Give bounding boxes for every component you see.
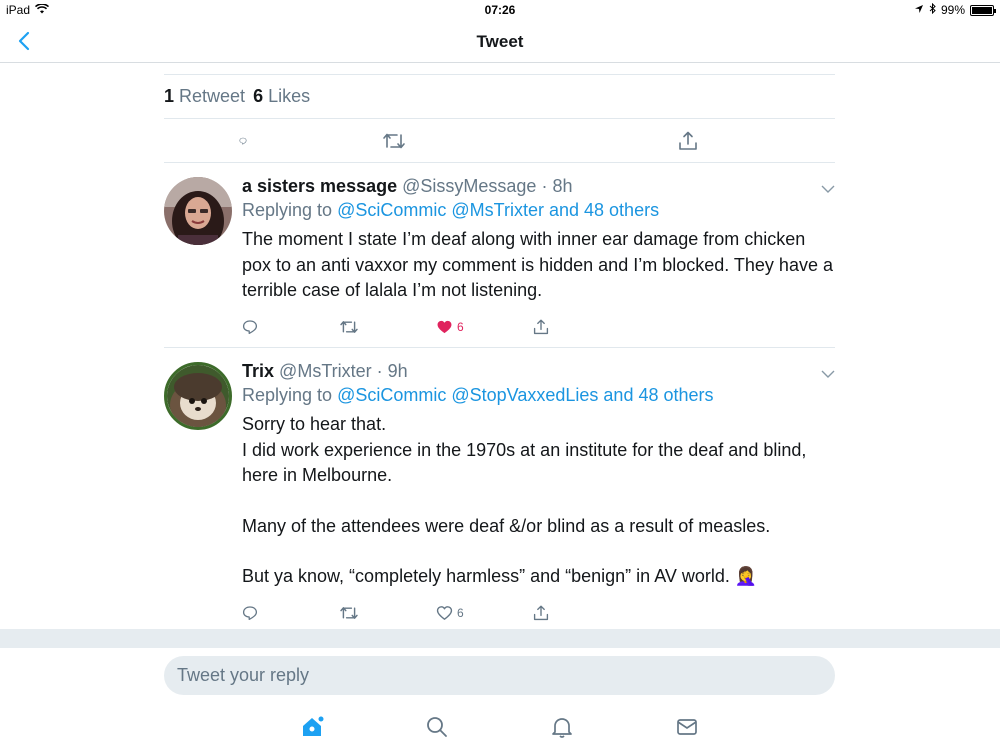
battery-fill — [972, 6, 992, 14]
avatar[interactable] — [164, 362, 232, 430]
like-count-value: 6 — [253, 86, 264, 106]
author-handle[interactable]: @MsTrixter — [279, 361, 372, 381]
reply-button[interactable] — [242, 319, 339, 335]
tweet-paragraph: Sorry to hear that. — [242, 414, 387, 434]
status-bar: iPad 07:26 99% — [0, 0, 1000, 20]
page-title: Tweet — [476, 32, 524, 51]
tab-notifications[interactable] — [547, 712, 577, 742]
nav-bar: Tweet — [0, 20, 1000, 63]
reply-action-bar: 6 — [242, 307, 835, 347]
bluetooth-icon — [929, 2, 936, 17]
others-link[interactable]: and 48 others — [603, 385, 713, 405]
like-icon — [436, 605, 453, 620]
retweet-button[interactable] — [247, 131, 541, 151]
reply-icon — [242, 319, 258, 334]
tweet-header: Trix @MsTrixter · 9h — [242, 361, 408, 381]
replying-to: Replying to @SciCommic @MsTrixter and 48… — [242, 197, 835, 223]
tab-home[interactable] — [297, 712, 327, 742]
like-count: 6 — [457, 319, 464, 334]
notifications-icon — [552, 718, 572, 738]
reply-button[interactable] — [242, 605, 339, 621]
avatar[interactable] — [164, 177, 232, 245]
tweet-text: The moment I state I’m deaf along with i… — [242, 227, 835, 304]
retweet-icon — [383, 133, 406, 148]
tweet-menu-button[interactable] — [821, 181, 835, 199]
messages-icon — [677, 719, 697, 735]
location-icon — [914, 3, 924, 17]
tweet-paragraph: I did work experience in the 1970s at an… — [242, 439, 807, 486]
reply-button[interactable] — [164, 131, 247, 151]
tweet-paragraph: But ya know, “completely harmless” and “… — [242, 566, 758, 586]
mention-link[interactable]: @MsTrixter — [451, 200, 544, 220]
section-divider — [0, 629, 1000, 648]
home-icon — [303, 716, 324, 736]
reply-icon — [242, 605, 258, 620]
mention-link[interactable]: @StopVaxxedLies — [451, 385, 598, 405]
tweet-paragraph — [242, 489, 835, 514]
replying-to-label: Replying to — [242, 385, 333, 405]
replying-to-label: Replying to — [242, 200, 333, 220]
tweet-action-bar — [164, 119, 835, 162]
like-count: 6 — [457, 605, 464, 620]
share-button[interactable] — [533, 319, 630, 335]
author-name[interactable]: Trix — [242, 361, 274, 381]
retweet-icon — [340, 320, 358, 333]
tweet-header: a sisters message @SissyMessage · 8h — [242, 176, 573, 196]
share-button[interactable] — [533, 605, 630, 621]
tweet-time: 9h — [387, 361, 408, 381]
like-count-label: Likes — [268, 86, 311, 106]
tweet-paragraph: The moment I state I’m deaf along with i… — [242, 229, 833, 300]
tweet-text: Sorry to hear that. I did work experienc… — [242, 412, 835, 590]
reply-icon — [239, 137, 247, 144]
status-time: 07:26 — [484, 3, 516, 17]
tab-search[interactable] — [422, 712, 452, 742]
author-name[interactable]: a sisters message — [242, 176, 397, 196]
share-button[interactable] — [541, 131, 835, 151]
battery-percent: 99% — [940, 3, 965, 17]
tweet-paragraph — [242, 539, 835, 564]
engagement-counts: 1 Retweet 6 Likes — [164, 75, 835, 118]
reply-input[interactable] — [164, 656, 835, 695]
like-button[interactable]: 6 — [436, 319, 533, 335]
retweet-count-value: 1 — [164, 86, 175, 106]
tweet-paragraph: Many of the attendees were deaf &/or bli… — [242, 515, 771, 536]
chevron-down-icon — [821, 185, 835, 193]
like-count[interactable]: 6 Likes — [253, 86, 310, 107]
tab-messages[interactable] — [672, 712, 702, 742]
search-icon — [427, 717, 447, 737]
retweet-button[interactable] — [339, 319, 436, 335]
reply-tweet[interactable]: a sisters message @SissyMessage · 8h Rep… — [164, 163, 835, 347]
tweet-time: 8h — [552, 176, 573, 196]
retweet-button[interactable] — [339, 605, 436, 621]
retweet-icon — [340, 606, 358, 619]
mention-link[interactable]: @SciCommic — [337, 385, 446, 405]
tweet-menu-button[interactable] — [821, 366, 835, 384]
tweet-column: 1 Retweet 6 Likes a sisters message @Sis… — [164, 63, 835, 629]
tab-bar — [0, 706, 1000, 750]
heart-filled-icon — [437, 320, 452, 333]
reply-tweet[interactable]: Trix @MsTrixter · 9h Replying to @SciCom… — [164, 348, 835, 629]
reply-action-bar: 6 — [242, 593, 835, 630]
battery-icon — [970, 4, 996, 16]
chevron-down-icon — [821, 370, 835, 378]
author-handle[interactable]: @SissyMessage — [402, 176, 536, 196]
tweet-detail: 1 Retweet 6 Likes a sisters message @Sis… — [0, 63, 1000, 629]
share-icon — [533, 605, 549, 620]
share-icon — [679, 131, 698, 150]
like-button[interactable]: 6 — [436, 605, 533, 621]
share-icon — [533, 319, 549, 334]
replying-to: Replying to @SciCommic @StopVaxxedLies a… — [242, 382, 835, 408]
others-link[interactable]: and 48 others — [549, 200, 659, 220]
mention-link[interactable]: @SciCommic — [337, 200, 446, 220]
retweet-count[interactable]: 1 Retweet — [164, 86, 245, 107]
retweet-count-label: Retweet — [179, 86, 246, 106]
